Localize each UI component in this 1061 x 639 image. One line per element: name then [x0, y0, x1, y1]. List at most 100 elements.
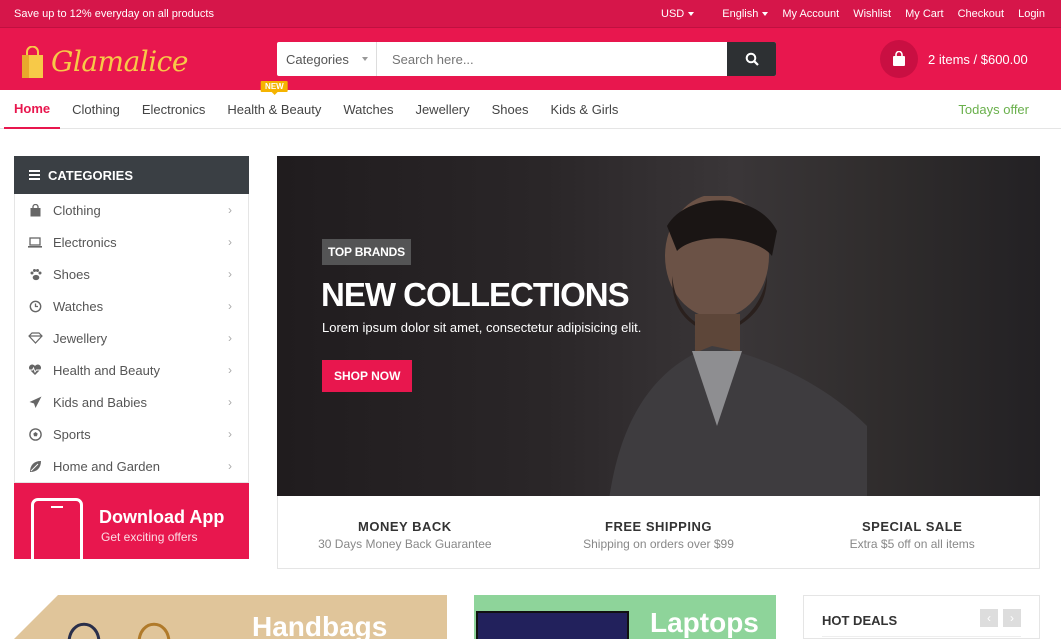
category-item-clothing[interactable]: Clothing ›: [15, 194, 248, 226]
nav-item-home[interactable]: Home: [4, 90, 61, 129]
hero-tag: TOP BRANDS: [322, 239, 411, 265]
wishlist-link[interactable]: Wishlist: [853, 8, 891, 20]
chevron-right-icon: ›: [228, 203, 232, 217]
currency-selector[interactable]: USD: [647, 7, 695, 20]
feature-money-back: MONEY BACK 30 Days Money Back Guarantee: [278, 496, 532, 568]
currency-label: USD: [661, 7, 685, 20]
nav-item-electronics[interactable]: Electronics: [142, 90, 206, 129]
category-label: Kids and Babies: [53, 394, 147, 410]
feature-text: Extra $5 off on all items: [849, 537, 975, 551]
category-item-sports[interactable]: Sports ›: [15, 418, 248, 450]
chevron-right-icon: ›: [228, 331, 232, 345]
feature-text: Shipping on orders over $99: [583, 537, 734, 551]
categories-title: CATEGORIES: [48, 167, 133, 183]
search-bar: Categories: [277, 42, 776, 76]
leaf-icon: [27, 459, 43, 473]
chevron-right-icon: ›: [228, 427, 232, 441]
divider: [822, 636, 1021, 637]
heartbeat-icon: [27, 363, 43, 377]
category-item-home-garden[interactable]: Home and Garden ›: [15, 450, 248, 482]
category-label: Watches: [53, 298, 104, 314]
language-label: English: [722, 7, 759, 20]
logo[interactable]: Glamalice: [20, 45, 188, 78]
checkout-link[interactable]: Checkout: [958, 8, 1004, 20]
header: Glamalice Categories 2 items / $600.00: [0, 28, 1061, 90]
categories-list: Clothing › Electronics › Shoes › Watches › J…: [14, 194, 249, 483]
logo-text: Glamalice: [51, 45, 188, 78]
category-label: Sports: [53, 426, 91, 442]
nav-item-health-beauty[interactable]: Health & Beauty NEW: [227, 80, 322, 129]
category-dropdown-label: Categories: [286, 51, 349, 67]
nav-item-watches[interactable]: Watches: [343, 90, 393, 129]
categories-header[interactable]: CATEGORIES: [14, 156, 249, 194]
login-link[interactable]: Login: [1018, 8, 1045, 20]
chevron-right-icon: ›: [228, 235, 232, 249]
promo-text: Save up to 12% everyday on all products: [14, 7, 214, 20]
feature-free-shipping: FREE SHIPPING Shipping on orders over $9…: [532, 496, 786, 568]
laptops-banner[interactable]: Laptops: [474, 595, 776, 639]
next-button[interactable]: ›: [1003, 609, 1021, 627]
chevron-right-icon: ›: [228, 459, 232, 473]
category-label: Clothing: [53, 202, 101, 218]
laptop-image: [476, 611, 629, 639]
handbags-banner[interactable]: Handbags: [14, 595, 447, 639]
top-links: USD English My Account Wishlist My Cart …: [633, 8, 1045, 20]
hot-deals-panel: HOT DEALS ‹ ›: [803, 595, 1040, 639]
prev-button[interactable]: ‹: [980, 609, 998, 627]
hot-deals-title: HOT DEALS: [822, 613, 898, 628]
nav-item-kids-girls[interactable]: Kids & Girls: [551, 90, 619, 129]
cart-summary[interactable]: 2 items / $600.00: [880, 40, 1028, 78]
features-strip: MONEY BACK 30 Days Money Back Guarantee …: [277, 496, 1040, 569]
clock-icon: [27, 299, 43, 313]
category-item-shoes[interactable]: Shoes ›: [15, 258, 248, 290]
chevron-down-icon: [362, 57, 368, 61]
shopping-bag-icon: [27, 203, 43, 217]
chevron-right-icon: ›: [1010, 611, 1014, 625]
category-dropdown[interactable]: Categories: [277, 42, 377, 76]
my-cart-link[interactable]: My Cart: [905, 8, 944, 20]
category-item-jewellery[interactable]: Jewellery ›: [15, 322, 248, 354]
handbag-image: [68, 622, 170, 639]
todays-offer-link[interactable]: Todays offer: [958, 102, 1029, 117]
chevron-right-icon: ›: [228, 395, 232, 409]
feature-title: FREE SHIPPING: [605, 519, 712, 534]
category-label: Home and Garden: [53, 458, 160, 474]
chevron-down-icon: [688, 11, 695, 16]
banner-corner: [14, 595, 58, 639]
nav-item-clothing[interactable]: Clothing: [72, 90, 120, 129]
category-item-kids-babies[interactable]: Kids and Babies ›: [15, 386, 248, 418]
category-item-health-beauty[interactable]: Health and Beauty ›: [15, 354, 248, 386]
category-item-watches[interactable]: Watches ›: [15, 290, 248, 322]
category-label: Health and Beauty: [53, 362, 160, 378]
download-app-title: Download App: [99, 507, 225, 527]
nav-item-label: Health & Beauty: [227, 101, 322, 117]
chevron-left-icon: ‹: [987, 611, 991, 625]
shopping-bag-icon: [893, 51, 905, 66]
shop-now-button[interactable]: SHOP NOW: [322, 360, 413, 392]
laptops-title: Laptops: [650, 607, 759, 638]
search-button[interactable]: [727, 42, 776, 76]
download-app-banner[interactable]: Download App Get exciting offers: [14, 483, 249, 559]
categories-sidebar: CATEGORIES Clothing › Electronics › Shoes ›…: [14, 156, 249, 559]
paper-plane-icon: [27, 395, 43, 409]
chevron-right-icon: ›: [228, 363, 232, 377]
download-app-subtitle: Get exciting offers: [101, 530, 198, 544]
category-label: Jewellery: [53, 330, 108, 346]
hero-banner: TOP BRANDS NEW COLLECTIONS Lorem ipsum d…: [277, 156, 1040, 496]
language-selector[interactable]: English: [708, 7, 769, 20]
my-account-link[interactable]: My Account: [782, 8, 839, 20]
category-item-electronics[interactable]: Electronics ›: [15, 226, 248, 258]
nav-item-jewellery[interactable]: Jewellery: [415, 90, 469, 129]
feature-title: SPECIAL SALE: [861, 519, 963, 534]
menu-icon: [29, 170, 40, 180]
search-icon: [745, 52, 759, 66]
feature-special-sale: SPECIAL SALE Extra $5 off on all items: [785, 496, 1039, 568]
search-input[interactable]: [377, 42, 727, 76]
chevron-right-icon: ›: [228, 267, 232, 281]
category-label: Shoes: [53, 266, 90, 282]
cart-icon-circle: [880, 40, 918, 78]
cart-summary-text: 2 items / $600.00: [928, 51, 1028, 67]
feature-text: 30 Days Money Back Guarantee: [318, 537, 492, 551]
nav-item-shoes[interactable]: Shoes: [492, 90, 529, 129]
top-bar: Save up to 12% everyday on all products …: [0, 0, 1061, 28]
